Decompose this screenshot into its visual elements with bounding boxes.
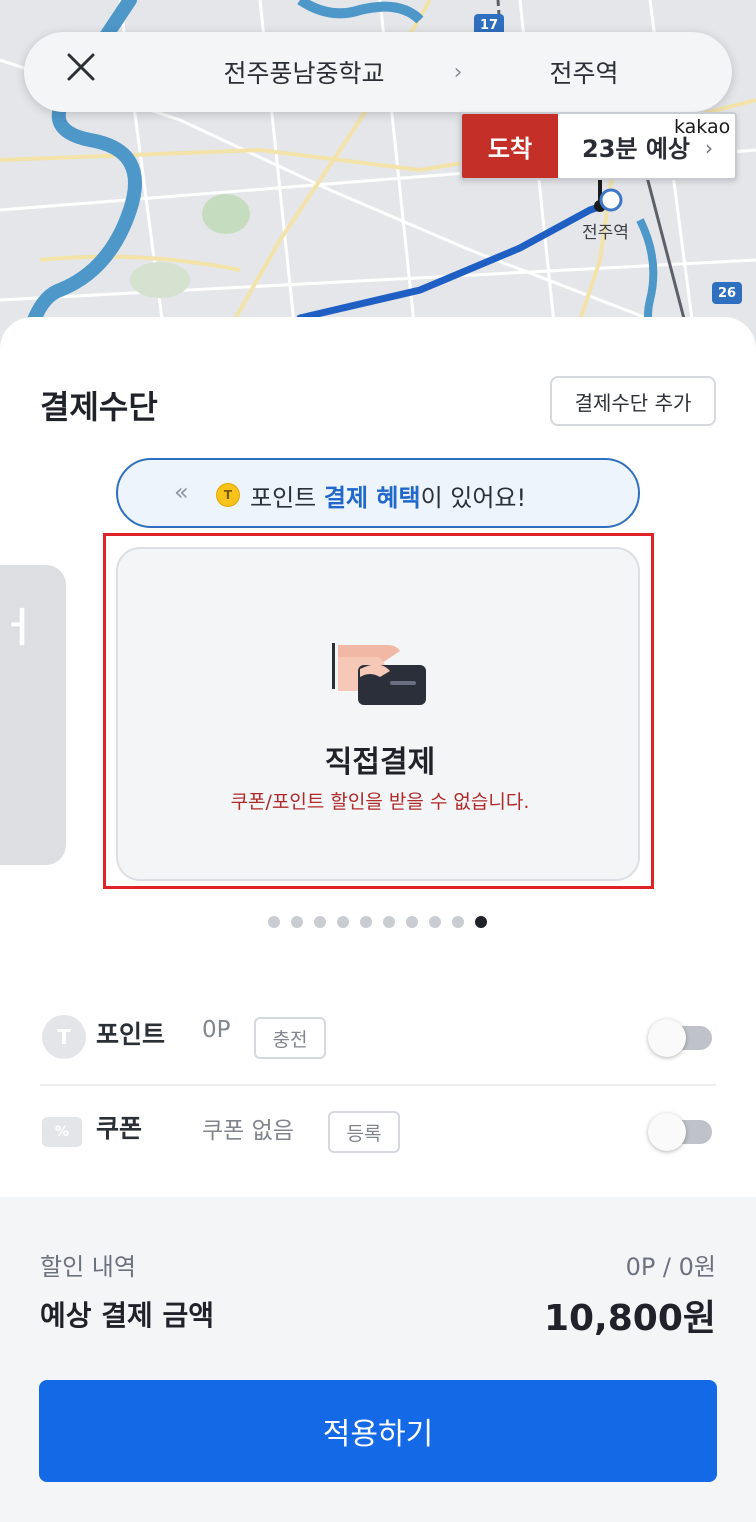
hand-card-icon <box>332 643 426 705</box>
previous-payment-card[interactable]: ㅓ <box>0 565 66 865</box>
payment-summary: 할인 내역 0P / 0원 예상 결제 금액 10,800원 적용하기 <box>0 1197 756 1522</box>
pager-dot[interactable] <box>268 916 280 928</box>
pager-dot[interactable] <box>383 916 395 928</box>
point-benefit-banner[interactable]: « T 포인트 결제 혜택이 있어요! <box>116 458 640 528</box>
double-chevron-left-icon: « <box>174 478 189 506</box>
route-destination: 전주역 <box>549 59 619 88</box>
coupon-option-row: % 쿠폰 쿠폰 없음 등록 <box>40 1093 716 1173</box>
coupon-label: 쿠폰 <box>96 1114 143 1143</box>
points-balance: 0P <box>202 1017 231 1043</box>
road-number-badge: 26 <box>712 282 742 304</box>
charge-points-button[interactable]: 충전 <box>254 1017 326 1059</box>
close-button[interactable] <box>66 52 106 92</box>
register-coupon-button[interactable]: 등록 <box>328 1111 400 1153</box>
eta-tag: 도착 <box>462 114 558 178</box>
banner-text-before: 포인트 <box>250 484 324 512</box>
route-origin: 전주풍남중학교 <box>223 59 385 88</box>
pager-dot[interactable] <box>291 916 303 928</box>
points-label: 포인트 <box>96 1020 166 1049</box>
pager-dot-active[interactable] <box>475 916 487 928</box>
total-value: 10,800원 <box>543 1298 716 1339</box>
banner-text-after: 이 있어요! <box>420 484 527 512</box>
banner-text: 포인트 결제 혜택이 있어요! <box>250 478 526 513</box>
banner-text-highlight: 결제 혜택 <box>323 484 421 512</box>
close-icon <box>67 53 95 81</box>
card-title: 직접결제 <box>324 745 436 780</box>
coupon-status: 쿠폰 없음 <box>202 1118 294 1144</box>
total-label: 예상 결제 금액 <box>40 1299 215 1332</box>
pager-dot[interactable] <box>360 916 372 928</box>
card-pager <box>268 916 487 928</box>
point-coin-icon: T <box>216 483 240 507</box>
pager-dot[interactable] <box>337 916 349 928</box>
station-label: 전주역 <box>582 223 629 243</box>
direct-payment-card[interactable]: 직접결제 쿠폰/포인트 할인을 받을 수 없습니다. <box>116 547 640 881</box>
pager-dot[interactable] <box>452 916 464 928</box>
pager-dot[interactable] <box>314 916 326 928</box>
add-payment-method-button[interactable]: 결제수단 추가 <box>550 376 716 426</box>
sheet-title: 결제수단 <box>40 388 158 426</box>
chevron-right-icon: › <box>705 136 713 160</box>
map-provider-logo: kakao <box>674 116 731 138</box>
discount-label: 할인 내역 <box>40 1253 136 1281</box>
divider <box>40 1084 716 1086</box>
coupon-toggle[interactable] <box>648 1113 712 1151</box>
card-warning: 쿠폰/포인트 할인을 받을 수 없습니다. <box>230 791 530 813</box>
points-toggle[interactable] <box>648 1019 712 1057</box>
route-bar[interactable]: 전주풍남중학교 › 전주역 <box>24 32 732 112</box>
apply-button[interactable]: 적용하기 <box>39 1380 717 1482</box>
discount-value: 0P / 0원 <box>625 1253 716 1281</box>
chevron-right-icon: › <box>453 59 463 85</box>
toggle-knob <box>648 1113 686 1151</box>
pager-dot[interactable] <box>429 916 441 928</box>
coupon-ticket-icon: % <box>42 1117 82 1147</box>
previous-card-glyph: ㅓ <box>0 605 37 651</box>
payment-method-sheet: 결제수단 결제수단 추가 « T 포인트 결제 혜택이 있어요! ㅓ 직접결제 … <box>0 317 756 1522</box>
points-option-row: T 포인트 0P 충전 <box>40 999 716 1079</box>
point-coin-icon: T <box>42 1015 86 1059</box>
pager-dot[interactable] <box>406 916 418 928</box>
toggle-knob <box>648 1019 686 1057</box>
